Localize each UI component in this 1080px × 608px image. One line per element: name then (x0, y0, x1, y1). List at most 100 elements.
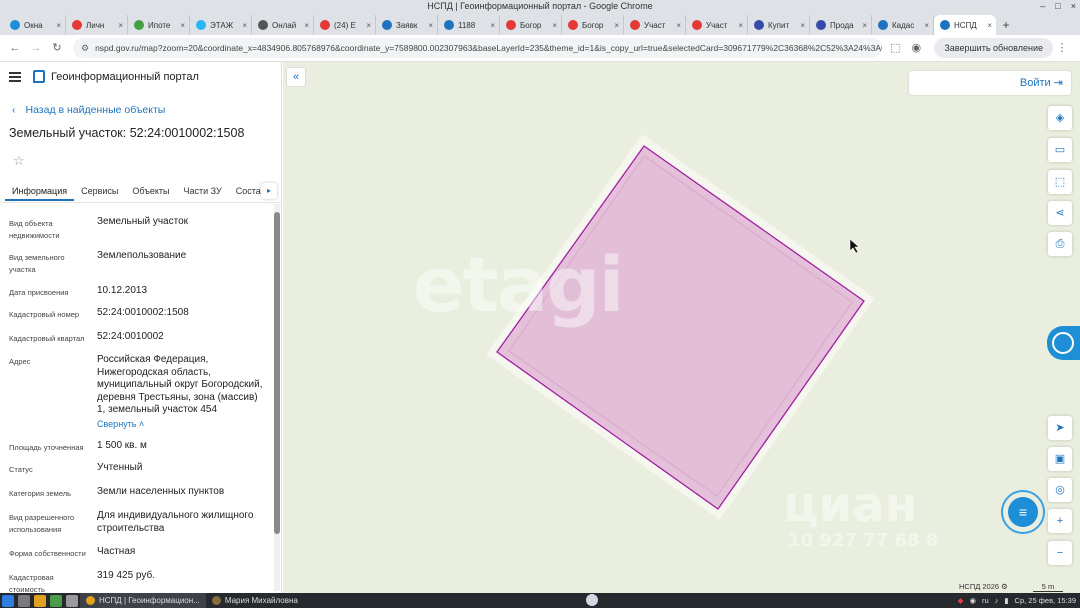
taskbar-window-item[interactable]: Мария Михайловна (206, 593, 304, 608)
tab-label: 1188 (458, 20, 476, 30)
browser-tab[interactable]: 1188 × (438, 15, 500, 35)
browser-tab[interactable]: Личн × (66, 15, 128, 35)
support-chat-button[interactable]: ≡ (1001, 490, 1045, 534)
gps-icon[interactable]: ◎ (1048, 478, 1072, 502)
network-globe-icon[interactable] (586, 594, 598, 606)
panel-scrollbar[interactable] (274, 204, 280, 591)
tab-close-icon[interactable]: × (56, 21, 61, 30)
browser-tab[interactable]: Богор × (500, 15, 562, 35)
login-button[interactable]: Войти ⇥ (909, 71, 1071, 95)
file-manager-icon[interactable] (18, 594, 30, 607)
tab-close-icon[interactable]: × (987, 21, 992, 30)
extensions-icon[interactable]: ⬚ (886, 39, 904, 57)
language-indicator[interactable]: ru (982, 596, 989, 605)
volume-icon[interactable]: ♪ (995, 596, 999, 605)
finish-update-button[interactable]: Завершить обновление (934, 38, 1053, 58)
tab-close-icon[interactable]: × (304, 21, 309, 30)
cian-watermark: циан (783, 477, 918, 533)
url-bar[interactable]: ⚙ nspd.gov.ru/map?zoom=20&coordinate_x=4… (73, 38, 883, 58)
taskbar-window-item[interactable]: НСПД | Геоинформацион... (80, 593, 206, 608)
favorite-star-icon[interactable]: ☆ (13, 153, 25, 169)
hamburger-menu-icon[interactable] (9, 71, 21, 82)
maximize-icon[interactable]: □ (1055, 0, 1060, 13)
basemap-icon[interactable]: ▣ (1048, 447, 1072, 471)
clock[interactable]: Ср, 25 фев, 15:39 (1015, 596, 1076, 605)
tab-close-icon[interactable]: × (242, 21, 247, 30)
tab-favicon-icon (940, 20, 950, 30)
map-view[interactable]: etagi циан 10 927 77 68 8 « Войти ⇥ ◈ ▭ … (283, 62, 1080, 593)
tabs-divider (0, 202, 281, 203)
new-tab-icon[interactable]: + (996, 15, 1016, 35)
tab-close-icon[interactable]: × (676, 21, 681, 30)
tab-close-icon[interactable]: × (180, 21, 185, 30)
chat-widget-tab[interactable] (1047, 326, 1080, 360)
layers-icon[interactable]: ◈ (1048, 106, 1072, 130)
tab-close-icon[interactable]: × (428, 21, 433, 30)
select-area-icon[interactable]: ⬚ (1048, 170, 1072, 194)
collapse-panel-button[interactable]: « (286, 67, 306, 87)
tab-close-icon[interactable]: × (924, 21, 929, 30)
tray-app2-icon[interactable]: ◉ (969, 596, 976, 605)
tab-label: Личн (86, 20, 105, 30)
tab-close-icon[interactable]: × (738, 21, 743, 30)
desktop-icon[interactable] (66, 594, 78, 607)
zoom-in-icon[interactable]: + (1048, 509, 1072, 533)
browser-tab[interactable]: (24) E × (314, 15, 376, 35)
ruler-icon[interactable]: ▭ (1048, 138, 1072, 162)
tab-close-icon[interactable]: × (552, 21, 557, 30)
tabs-scroll-right-icon[interactable]: ▸ (261, 183, 277, 199)
close-window-icon[interactable]: × (1071, 0, 1076, 13)
tab-label: Богор (582, 20, 604, 30)
property-label: Площадь уточненная (9, 443, 84, 452)
site-info-icon[interactable]: ⚙ (81, 43, 89, 54)
tab-close-icon[interactable]: × (490, 21, 495, 30)
map-canvas[interactable] (283, 62, 1080, 593)
browser-tab[interactable]: Участ × (624, 15, 686, 35)
back-link-label: Назад в найденные объекты (25, 104, 166, 116)
tab-close-icon[interactable]: × (862, 21, 867, 30)
zoom-out-icon[interactable]: − (1048, 541, 1072, 565)
print-icon[interactable]: ⎙ (1048, 232, 1072, 256)
property-label: Кадастровый номер (9, 310, 80, 319)
panel-tab[interactable]: Части ЗУ (177, 181, 229, 201)
panel-scrollbar-thumb[interactable] (274, 212, 280, 534)
panel-tab[interactable]: Сервисы (74, 181, 125, 201)
tab-close-icon[interactable]: × (366, 21, 371, 30)
back-to-results-link[interactable]: ‹ Назад в найденные объекты (12, 104, 165, 116)
browser-tab[interactable]: Богор × (562, 15, 624, 35)
browser-tab[interactable]: Купит × (748, 15, 810, 35)
tab-favicon-icon (692, 20, 702, 30)
tab-close-icon[interactable]: × (118, 21, 123, 30)
property-value: Российская Федерация, Нижегородская обла… (97, 354, 263, 415)
browser-tab[interactable]: Участ × (686, 15, 748, 35)
tab-favicon-icon (754, 20, 764, 30)
browser-tab[interactable]: Кадас × (872, 15, 934, 35)
panel-tab[interactable]: Информация (5, 181, 75, 201)
tab-label: ЭТАЖ (210, 20, 234, 30)
browser-menu-icon[interactable]: ⋮ (1053, 39, 1071, 57)
browser-tab[interactable]: Ипоте × (128, 15, 190, 35)
battery-icon[interactable]: ▮ (1004, 596, 1008, 605)
chrome-icon[interactable] (34, 594, 46, 607)
gear-icon[interactable]: ⚙ (1001, 582, 1008, 591)
browser-tab[interactable]: Онлай × (252, 15, 314, 35)
browser-tab[interactable]: ЭТАЖ × (190, 15, 252, 35)
collapse-address-link[interactable]: Свернуть ˄ (97, 419, 144, 429)
terminal-icon[interactable] (50, 594, 62, 607)
minimize-icon[interactable]: – (1040, 0, 1045, 13)
tab-close-icon[interactable]: × (800, 21, 805, 30)
tray-app-icon[interactable]: ◆ (958, 596, 964, 605)
start-menu-icon[interactable] (2, 594, 14, 607)
back-arrow-icon[interactable]: ← (6, 39, 24, 57)
forward-arrow-icon[interactable]: → (27, 39, 45, 57)
panel-tab[interactable]: Объекты (125, 181, 176, 201)
browser-tab[interactable]: НСПД × (934, 15, 996, 35)
profile-icon[interactable]: ◉ (907, 39, 925, 57)
reload-icon[interactable]: ↻ (48, 39, 66, 57)
browser-tab[interactable]: Окна × (4, 15, 66, 35)
browser-tab[interactable]: Прода × (810, 15, 872, 35)
share-icon[interactable]: ⋖ (1048, 201, 1072, 225)
browser-tab[interactable]: Заявк × (376, 15, 438, 35)
tab-close-icon[interactable]: × (614, 21, 619, 30)
locate-icon[interactable]: ➤ (1048, 416, 1072, 440)
